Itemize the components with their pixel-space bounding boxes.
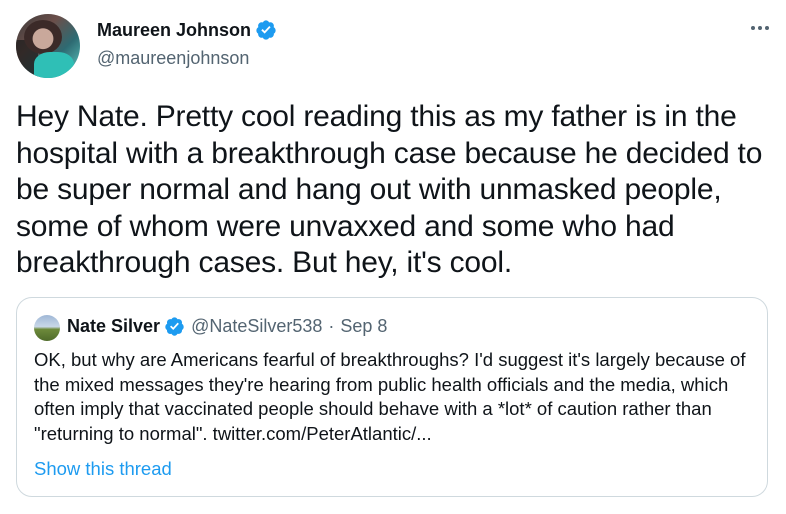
author-name[interactable]: Maureen Johnson bbox=[97, 19, 277, 41]
author-handle[interactable]: @maureenjohnson bbox=[97, 48, 249, 69]
show-thread-link[interactable]: Show this thread bbox=[34, 458, 172, 480]
quoted-date-separator: · bbox=[328, 316, 335, 336]
verified-badge-icon bbox=[256, 20, 276, 40]
more-options-button[interactable] bbox=[746, 18, 774, 38]
quoted-author-name[interactable]: Nate Silver bbox=[67, 316, 160, 337]
dot-icon bbox=[758, 26, 762, 30]
quoted-text: OK, but why are Americans fearful of bre… bbox=[34, 349, 746, 444]
dot-icon bbox=[765, 26, 769, 30]
author-name-text[interactable]: Maureen Johnson bbox=[97, 20, 251, 41]
quoted-header: Nate Silver @NateSilver538 · Sep 8 bbox=[67, 316, 387, 337]
quoted-author-handle[interactable]: @NateSilver538 bbox=[191, 316, 322, 337]
quoted-avatar[interactable] bbox=[34, 315, 60, 341]
dot-icon bbox=[751, 26, 755, 30]
tweet: Maureen Johnson @maureenjohnson Hey Nate… bbox=[0, 0, 786, 514]
quoted-date[interactable]: Sep 8 bbox=[340, 316, 387, 337]
verified-badge-icon bbox=[165, 317, 184, 336]
tweet-text: Hey Nate. Pretty cool reading this as my… bbox=[16, 100, 763, 279]
quoted-tweet[interactable]: Nate Silver @NateSilver538 · Sep 8 OK, b… bbox=[16, 297, 768, 497]
avatar[interactable] bbox=[16, 14, 80, 78]
